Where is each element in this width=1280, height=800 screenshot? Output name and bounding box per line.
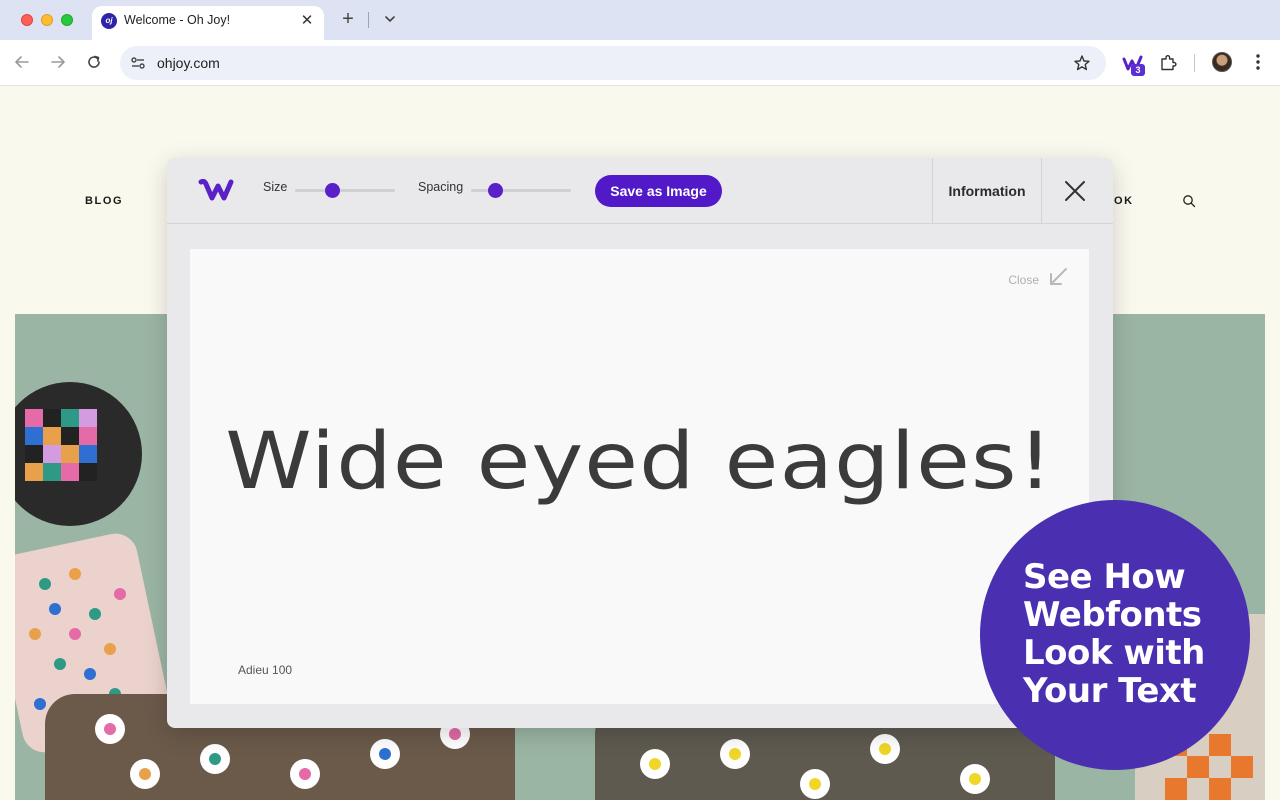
tab-divider [368, 12, 369, 28]
new-tab-button[interactable]: + [338, 9, 358, 29]
tab-close-icon[interactable]: ✕ [298, 12, 316, 30]
browser-tab-active[interactable]: oj Welcome - Oh Joy! ✕ [92, 6, 324, 40]
promo-bubble: See How Webfonts Look with Your Text [980, 500, 1250, 770]
tab-title: Welcome - Oh Joy! [124, 13, 231, 27]
browser-toolbar: ohjoy.com 3 [0, 40, 1280, 86]
font-name-label: Adieu 100 [238, 663, 293, 677]
promo-line: Webfonts [1023, 595, 1202, 635]
font-preview-card: Close Wide eyed eagles! Adieu 100 [190, 249, 1089, 704]
address-bar[interactable]: ohjoy.com [120, 46, 1106, 80]
nav-link-partial[interactable]: OK [1114, 195, 1134, 207]
tab-strip: oj Welcome - Oh Joy! ✕ + [0, 0, 1280, 40]
window-close-button[interactable] [21, 14, 33, 26]
webfonts-panel: Size Spacing Save as Image Information C… [167, 158, 1113, 728]
more-menu-icon[interactable] [1250, 52, 1266, 72]
information-button[interactable]: Information [932, 158, 1042, 224]
search-icon[interactable] [1182, 194, 1196, 208]
tab-search-chevron-icon[interactable] [380, 9, 400, 29]
promo-headline: See How Webfonts Look with Your Text [1023, 558, 1205, 710]
spacing-slider[interactable] [471, 183, 571, 198]
size-slider-thumb[interactable] [324, 183, 340, 198]
promo-line: See How [1023, 557, 1186, 597]
site-info-icon[interactable] [129, 54, 147, 72]
window-zoom-button[interactable] [61, 14, 73, 26]
toolbar-divider [1194, 54, 1195, 72]
window-minimize-button[interactable] [41, 14, 53, 26]
size-label: Size [263, 180, 288, 194]
spacing-label: Spacing [418, 180, 464, 194]
url-text[interactable]: ohjoy.com [157, 55, 220, 71]
back-icon[interactable] [12, 52, 32, 72]
webfonts-logo-icon [198, 178, 234, 201]
puzzle-extension-icon[interactable] [1158, 53, 1178, 73]
save-as-image-button[interactable]: Save as Image [595, 175, 722, 207]
site-favicon-icon: oj [101, 13, 117, 29]
star-icon[interactable] [1072, 53, 1092, 73]
close-icon[interactable] [1062, 178, 1088, 204]
panel-header: Size Spacing Save as Image Information [167, 158, 1113, 224]
reload-icon[interactable] [84, 52, 104, 72]
spacing-slider-thumb[interactable] [487, 183, 503, 198]
size-slider[interactable] [295, 183, 395, 198]
collapse-arrow-icon [1050, 268, 1067, 285]
profile-avatar[interactable] [1212, 52, 1232, 72]
extension-badge: 3 [1131, 64, 1145, 76]
sample-text[interactable]: Wide eyed eagles! [136, 417, 1143, 507]
nav-link-blog[interactable]: BLOG [85, 195, 123, 207]
promo-line: Look with [1023, 633, 1205, 673]
preview-close-label: Close [1008, 273, 1039, 287]
promo-line: Your Text [1023, 671, 1197, 711]
forward-icon[interactable] [48, 52, 68, 72]
